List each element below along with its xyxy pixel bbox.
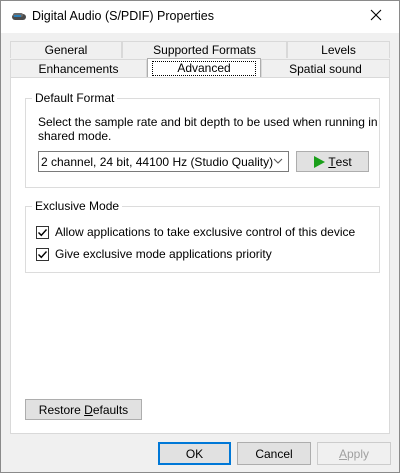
tab-supported-formats[interactable]: Supported Formats <box>122 41 287 58</box>
format-dropdown[interactable]: 2 channel, 24 bit, 44100 Hz (Studio Qual… <box>38 151 289 172</box>
advanced-tab-panel: Default Format Select the sample rate an… <box>10 77 390 434</box>
default-format-group: Default Format Select the sample rate an… <box>25 91 380 188</box>
exclusive-mode-group: Exclusive Mode Allow applications to tak… <box>25 199 380 273</box>
exclusive-priority-label: Give exclusive mode applications priorit… <box>55 247 272 261</box>
tab-label: General <box>44 43 88 57</box>
chevron-down-icon <box>272 155 284 170</box>
tab-enhancements[interactable]: Enhancements <box>10 59 147 77</box>
test-button-mnemonic: T <box>328 154 336 169</box>
restore-defaults-label: Restore <box>38 402 85 417</box>
properties-dialog: Digital Audio (S/PDIF) Properties Genera… <box>0 0 400 473</box>
title-bar[interactable]: Digital Audio (S/PDIF) Properties <box>1 1 399 33</box>
test-button[interactable]: Test <box>296 151 369 172</box>
allow-exclusive-label: Allow applications to take exclusive con… <box>55 225 356 239</box>
exclusive-priority-option[interactable]: Give exclusive mode applications priorit… <box>36 247 272 261</box>
checkmark-icon <box>38 228 48 236</box>
play-icon <box>313 155 326 168</box>
restore-defaults-mnemonic: D <box>84 402 93 417</box>
cancel-button[interactable]: Cancel <box>237 442 311 465</box>
close-icon <box>370 9 382 24</box>
exclusive-priority-checkbox[interactable] <box>36 247 49 261</box>
tab-general[interactable]: General <box>10 41 122 58</box>
default-format-description: Select the sample rate and bit depth to … <box>38 115 378 143</box>
tab-levels[interactable]: Levels <box>287 41 390 58</box>
restore-defaults-label-rest: efaults <box>92 402 129 417</box>
restore-defaults-button[interactable]: Restore Defaults <box>25 399 142 420</box>
ok-button-label: OK <box>185 446 204 461</box>
exclusive-mode-label: Exclusive Mode <box>32 199 123 213</box>
tab-label: Supported Formats <box>153 43 256 57</box>
close-button[interactable] <box>353 1 399 32</box>
apply-button[interactable]: Apply <box>317 442 391 465</box>
test-button-label: est <box>335 154 352 169</box>
default-format-label: Default Format <box>32 91 118 105</box>
allow-exclusive-control-option[interactable]: Allow applications to take exclusive con… <box>36 225 355 239</box>
tab-label: Levels <box>321 43 356 57</box>
window-title: Digital Audio (S/PDIF) Properties <box>32 9 215 23</box>
tab-advanced[interactable]: Advanced <box>147 58 261 77</box>
tab-label: Enhancements <box>38 61 119 76</box>
ok-button[interactable]: OK <box>158 442 231 465</box>
apply-button-label: pply <box>347 446 370 461</box>
format-dropdown-value: 2 channel, 24 bit, 44100 Hz (Studio Qual… <box>41 154 274 169</box>
apply-button-mnemonic: A <box>338 446 347 461</box>
speaker-icon <box>11 11 27 26</box>
allow-exclusive-checkbox[interactable] <box>36 225 49 239</box>
cancel-button-label: Cancel <box>255 446 293 461</box>
tab-spatial-sound[interactable]: Spatial sound <box>261 59 390 77</box>
tab-label: Advanced <box>152 60 256 76</box>
tab-label: Spatial sound <box>289 61 362 76</box>
checkmark-icon <box>38 250 48 258</box>
